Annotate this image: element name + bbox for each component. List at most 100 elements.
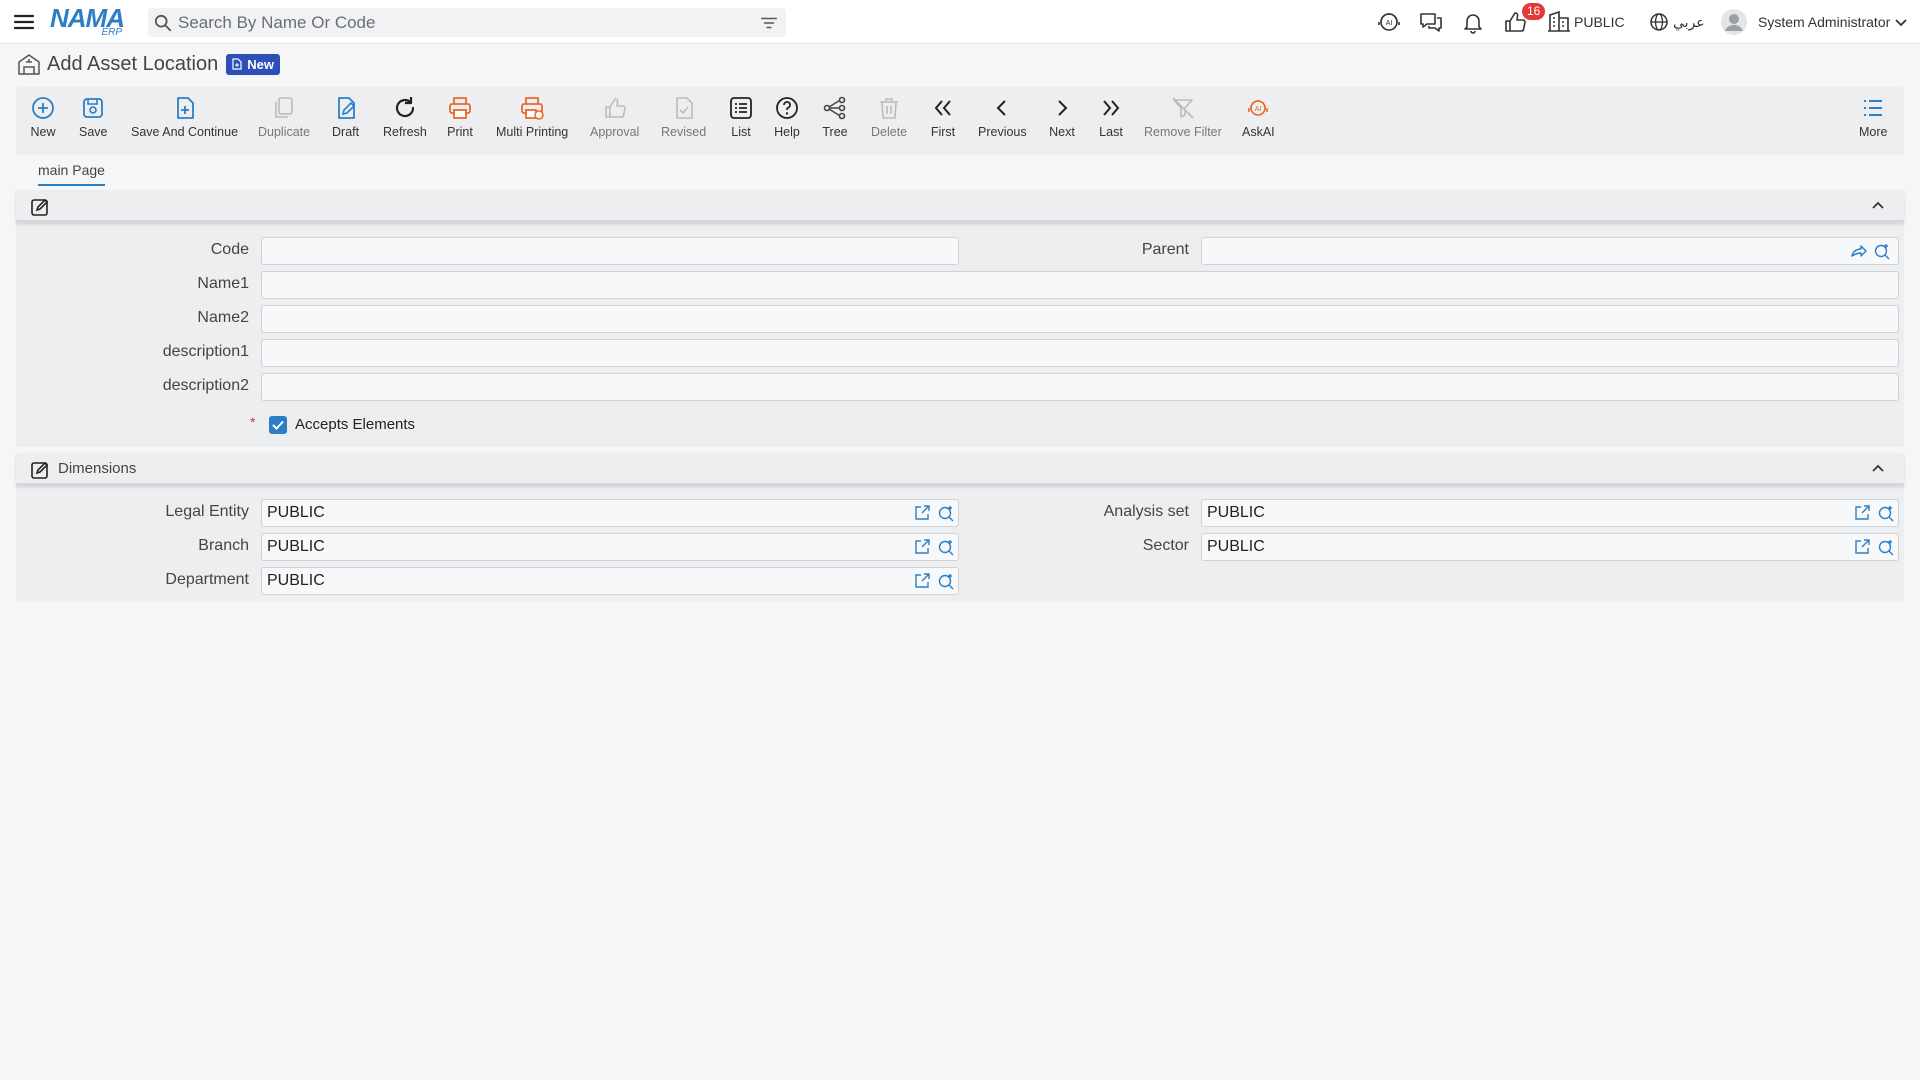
search-icon xyxy=(154,14,172,32)
refresh-button-label: Refresh xyxy=(383,125,427,139)
legal-entity-field[interactable] xyxy=(261,499,959,527)
lookup-search-icon[interactable] xyxy=(937,572,955,590)
bell-icon[interactable] xyxy=(1460,8,1486,36)
ai-assistant-icon[interactable]: AI xyxy=(1376,8,1402,36)
parent-label: Parent xyxy=(1141,241,1189,258)
open-external-icon[interactable] xyxy=(1853,504,1871,522)
open-external-icon[interactable] xyxy=(1853,538,1871,556)
open-external-icon[interactable] xyxy=(913,504,931,522)
lookup-search-icon[interactable] xyxy=(937,538,955,556)
chevron-left-icon xyxy=(996,100,1007,116)
new-button[interactable]: New xyxy=(30,95,56,139)
tab-main-page[interactable]: main Page xyxy=(38,162,105,186)
double-chevron-left-icon xyxy=(934,100,951,116)
sector-field[interactable] xyxy=(1201,533,1899,561)
parent-field[interactable] xyxy=(1201,237,1899,265)
description2-field[interactable] xyxy=(261,373,1899,401)
main-section-header xyxy=(16,190,1904,222)
svg-text:AI: AI xyxy=(1255,106,1262,113)
plus-circle-icon xyxy=(32,97,54,119)
collapse-icon[interactable] xyxy=(1870,198,1886,214)
accepts-elements-checkbox[interactable] xyxy=(269,416,287,434)
department-field[interactable] xyxy=(261,567,959,595)
search-input[interactable] xyxy=(178,8,738,37)
name1-label: Name1 xyxy=(197,275,249,292)
logo[interactable]: NAMA ERP xyxy=(50,5,132,39)
draft-icon xyxy=(337,97,355,119)
remove-filter-button[interactable]: Remove Filter xyxy=(1144,95,1222,139)
revised-button-label: Revised xyxy=(661,125,707,139)
dimensions-section-header: Dimensions xyxy=(16,453,1904,485)
first-button-label: First xyxy=(930,125,956,139)
draft-button-label: Draft xyxy=(332,125,360,139)
branch-label: Branch xyxy=(198,537,249,554)
askai-button[interactable]: AI AskAI xyxy=(1242,95,1275,139)
check-icon xyxy=(272,420,284,430)
multi-printing-label: Multi Printing xyxy=(496,125,569,139)
remove-filter-label: Remove Filter xyxy=(1144,125,1222,139)
approval-button[interactable]: Approval xyxy=(590,95,639,139)
branch-field[interactable] xyxy=(261,533,959,561)
file-plus-icon xyxy=(176,97,194,119)
save-button-label: Save xyxy=(79,125,108,139)
user-menu[interactable]: System Administrator xyxy=(1720,8,1909,36)
chevron-down-icon xyxy=(1895,19,1907,27)
delete-button[interactable]: Delete xyxy=(871,95,907,139)
analysis-set-field[interactable] xyxy=(1201,499,1899,527)
ai-headset-icon: AI xyxy=(1248,100,1269,116)
svg-text:AI: AI xyxy=(1386,20,1393,27)
tree-button[interactable]: Tree xyxy=(822,95,848,139)
more-list-icon xyxy=(1864,100,1883,116)
user-name: System Administrator xyxy=(1758,14,1891,30)
required-mark: * xyxy=(250,414,256,430)
legal-entity-label: Legal Entity xyxy=(165,503,249,520)
open-external-icon[interactable] xyxy=(913,572,931,590)
last-button[interactable]: Last xyxy=(1098,95,1124,139)
status-badge: New xyxy=(226,53,280,75)
description2-label: description2 xyxy=(162,377,249,394)
tree-icon xyxy=(823,96,846,120)
dimensions-title: Dimensions xyxy=(58,460,137,477)
lookup-search-icon[interactable] xyxy=(937,504,955,522)
save-and-continue-button[interactable]: Save And Continue xyxy=(131,95,238,139)
top-bar: NAMA ERP AI 16 PUBLIC عربي System Admini… xyxy=(0,0,1920,44)
lookup-search-icon[interactable] xyxy=(1877,504,1895,522)
name1-field[interactable] xyxy=(261,271,1899,299)
printer-icon xyxy=(449,97,471,119)
company-switcher[interactable]: PUBLIC xyxy=(1546,8,1625,36)
main-section: Code Parent Name1 Name2 description1 des… xyxy=(16,190,1904,447)
lookup-search-icon[interactable] xyxy=(1873,242,1891,260)
chat-icon[interactable] xyxy=(1418,8,1444,36)
language-switcher[interactable]: عربي xyxy=(1646,8,1705,36)
list-button[interactable]: List xyxy=(728,95,754,139)
save-button[interactable]: Save xyxy=(79,95,108,139)
lookup-search-icon[interactable] xyxy=(1877,538,1895,556)
print-button[interactable]: Print xyxy=(447,95,473,139)
share-icon[interactable] xyxy=(1849,242,1867,260)
first-button[interactable]: First xyxy=(930,95,956,139)
help-icon xyxy=(776,97,798,119)
open-external-icon[interactable] xyxy=(913,538,931,556)
filter-icon[interactable] xyxy=(760,14,778,32)
company-label: PUBLIC xyxy=(1574,14,1625,30)
print-button-label: Print xyxy=(447,125,473,139)
next-button[interactable]: Next xyxy=(1049,95,1075,139)
sector-label: Sector xyxy=(1142,537,1189,554)
more-button[interactable]: More xyxy=(1859,95,1887,139)
help-button[interactable]: Help xyxy=(774,95,800,139)
refresh-button[interactable]: Refresh xyxy=(383,95,427,139)
chevron-right-icon xyxy=(1058,100,1068,116)
next-button-label: Next xyxy=(1049,125,1075,139)
code-field[interactable] xyxy=(261,237,959,265)
menu-icon[interactable] xyxy=(12,10,36,34)
collapse-icon[interactable] xyxy=(1870,461,1886,477)
status-badge-label: New xyxy=(247,56,274,72)
edit-icon xyxy=(31,198,49,216)
previous-button[interactable]: Previous xyxy=(978,95,1027,139)
duplicate-button[interactable]: Duplicate xyxy=(258,95,310,139)
draft-button[interactable]: Draft xyxy=(332,95,359,139)
multi-printing-button[interactable]: Multi Printing xyxy=(496,95,568,139)
name2-field[interactable] xyxy=(261,305,1899,333)
description1-field[interactable] xyxy=(261,339,1899,367)
revised-button[interactable]: Revised xyxy=(661,95,706,139)
